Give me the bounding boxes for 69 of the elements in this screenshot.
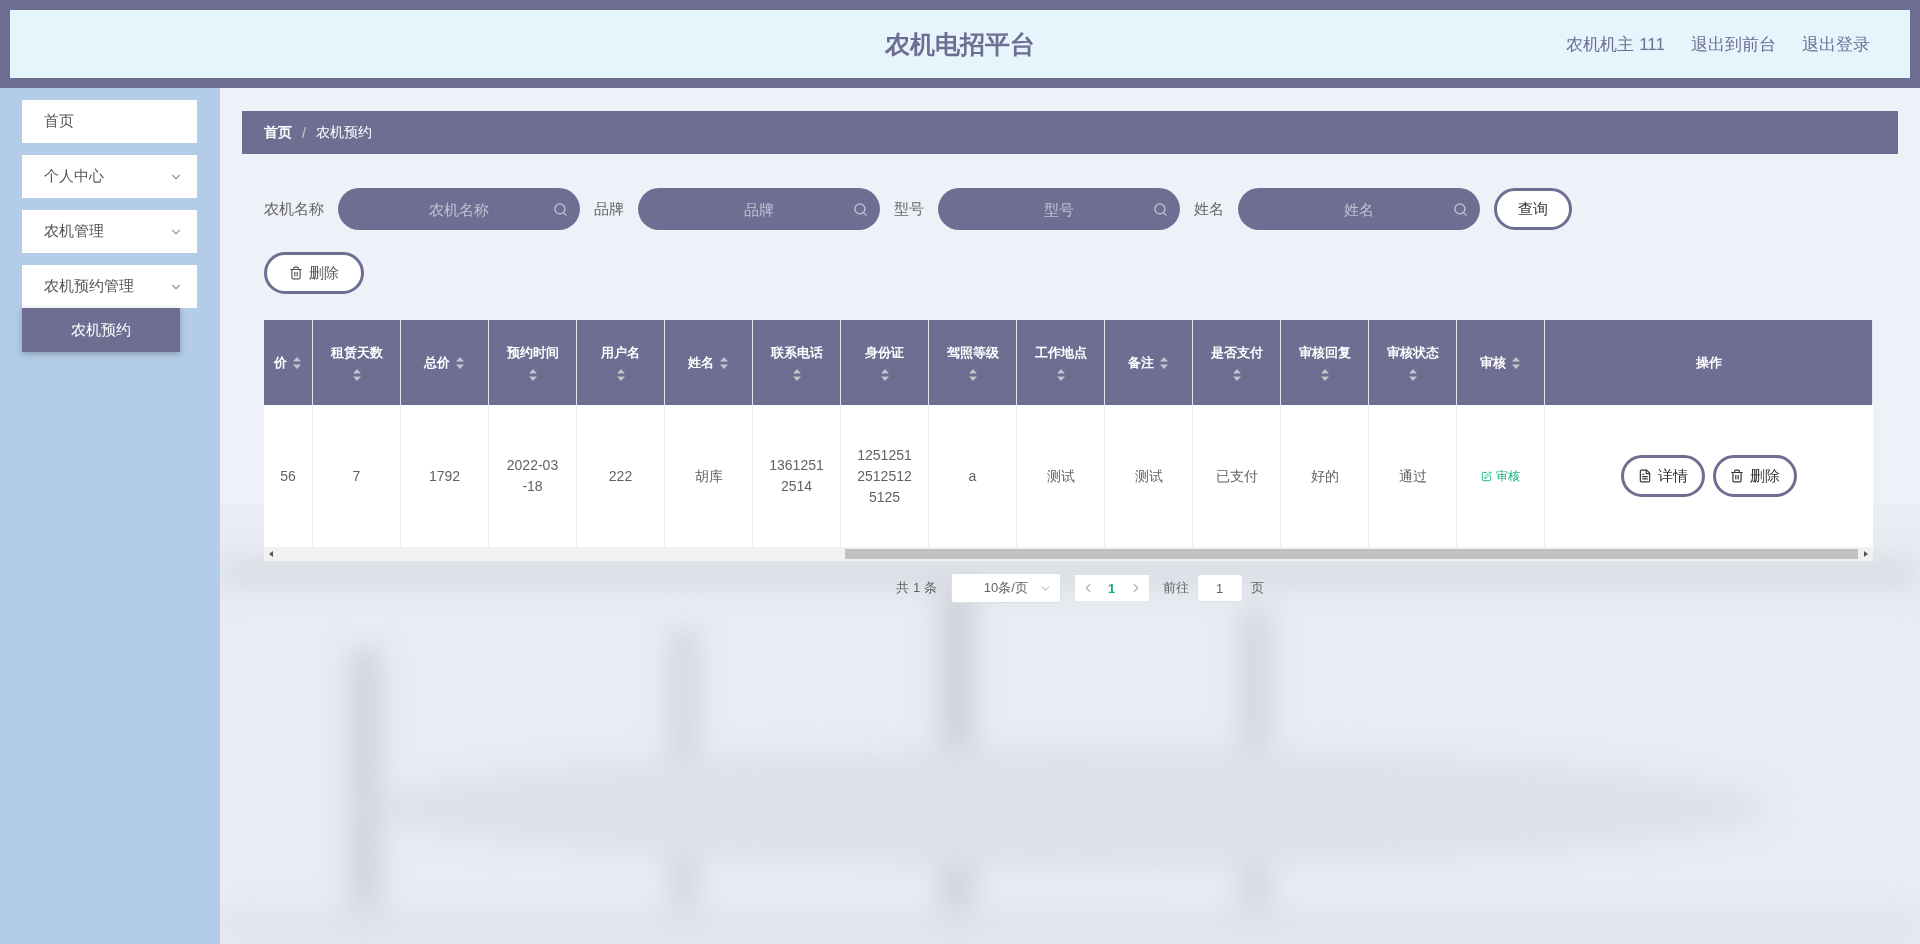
sort-icon[interactable] — [791, 367, 802, 382]
horizontal-scrollbar[interactable] — [264, 547, 1873, 561]
search-icon — [1453, 201, 1468, 217]
column-header: 备注 — [1105, 320, 1193, 405]
user-name: 农机机主 111 — [1566, 33, 1665, 56]
field-label: 姓名 — [1194, 199, 1224, 219]
field-label: 农机名称 — [264, 199, 324, 219]
sort-icon[interactable] — [1319, 367, 1330, 382]
column-header: 姓名 — [665, 320, 753, 405]
edit-icon — [1481, 470, 1492, 482]
column-header: 驾照等级 — [929, 320, 1017, 405]
column-header: 工作地点 — [1017, 320, 1105, 405]
sort-icon[interactable] — [527, 367, 538, 382]
sort-icon[interactable] — [1159, 355, 1169, 370]
column-header: 是否支付 — [1193, 320, 1281, 405]
column-header: 租赁天数 — [313, 320, 401, 405]
column-header: 总价 — [401, 320, 489, 405]
column-header: 身份证 — [841, 320, 929, 405]
total-count: 共 1 条 — [896, 579, 937, 597]
breadcrumb-separator: / — [302, 124, 306, 141]
query-button[interactable]: 查询 — [1494, 188, 1572, 230]
search-field[interactable]: 型号 — [938, 188, 1180, 230]
app-title: 农机电招平台 — [885, 28, 1035, 60]
column-header: 审核 — [1457, 320, 1545, 405]
sort-icon[interactable] — [1055, 367, 1066, 382]
header-link[interactable]: 退出到前台 — [1691, 32, 1776, 56]
field-label: 型号 — [894, 199, 924, 219]
column-header: 用户名 — [577, 320, 665, 405]
search-field[interactable]: 品牌 — [638, 188, 880, 230]
column-header: 操作 — [1545, 320, 1873, 405]
goto-page-input[interactable]: 1 — [1196, 574, 1243, 602]
column-header: 预约时间 — [489, 320, 577, 405]
column-header: 审核回复 — [1281, 320, 1369, 405]
detail-button[interactable]: 详情 — [1621, 455, 1705, 497]
trash-icon — [1730, 469, 1744, 483]
page-unit: 页 — [1250, 579, 1264, 597]
sort-icon[interactable] — [455, 355, 465, 370]
sidebar-item[interactable]: 农机管理 — [22, 210, 197, 253]
column-header: 价 — [264, 320, 313, 405]
sort-icon[interactable] — [1231, 367, 1242, 382]
search-icon — [853, 201, 868, 217]
delete-button[interactable]: 删除 — [1713, 455, 1797, 497]
page-size-select[interactable]: 10条/页 — [950, 573, 1061, 603]
sort-icon[interactable] — [615, 367, 626, 382]
sort-icon[interactable] — [967, 367, 978, 382]
sidebar-item[interactable]: 个人中心 — [22, 155, 197, 198]
breadcrumb-item[interactable]: 首页 — [264, 123, 292, 142]
sort-icon[interactable] — [292, 355, 302, 370]
sort-icon[interactable] — [351, 367, 362, 382]
sidebar-item[interactable]: 农机预约管理 — [22, 265, 197, 308]
search-icon — [553, 201, 568, 217]
trash-icon — [289, 266, 303, 280]
field-label: 品牌 — [594, 199, 624, 219]
document-icon — [1638, 469, 1652, 483]
sort-icon[interactable] — [879, 367, 890, 382]
column-header: 联系电话 — [753, 320, 841, 405]
sort-icon[interactable] — [719, 355, 729, 370]
breadcrumb-item: 农机预约 — [315, 123, 372, 142]
sort-icon[interactable] — [1407, 367, 1418, 382]
goto-label: 前往 — [1162, 579, 1189, 597]
sort-icon[interactable] — [1511, 355, 1521, 370]
sidebar-subitem[interactable]: 农机预约 — [22, 308, 180, 352]
header-link[interactable]: 退出登录 — [1802, 32, 1870, 56]
column-header: 审核状态 — [1369, 320, 1457, 405]
delete-button[interactable]: 删除 — [264, 252, 364, 294]
search-field[interactable]: 农机名称 — [338, 188, 580, 230]
search-field[interactable]: 姓名 — [1238, 188, 1480, 230]
search-icon — [1153, 201, 1168, 217]
sidebar-item[interactable]: 首页 — [22, 100, 197, 143]
